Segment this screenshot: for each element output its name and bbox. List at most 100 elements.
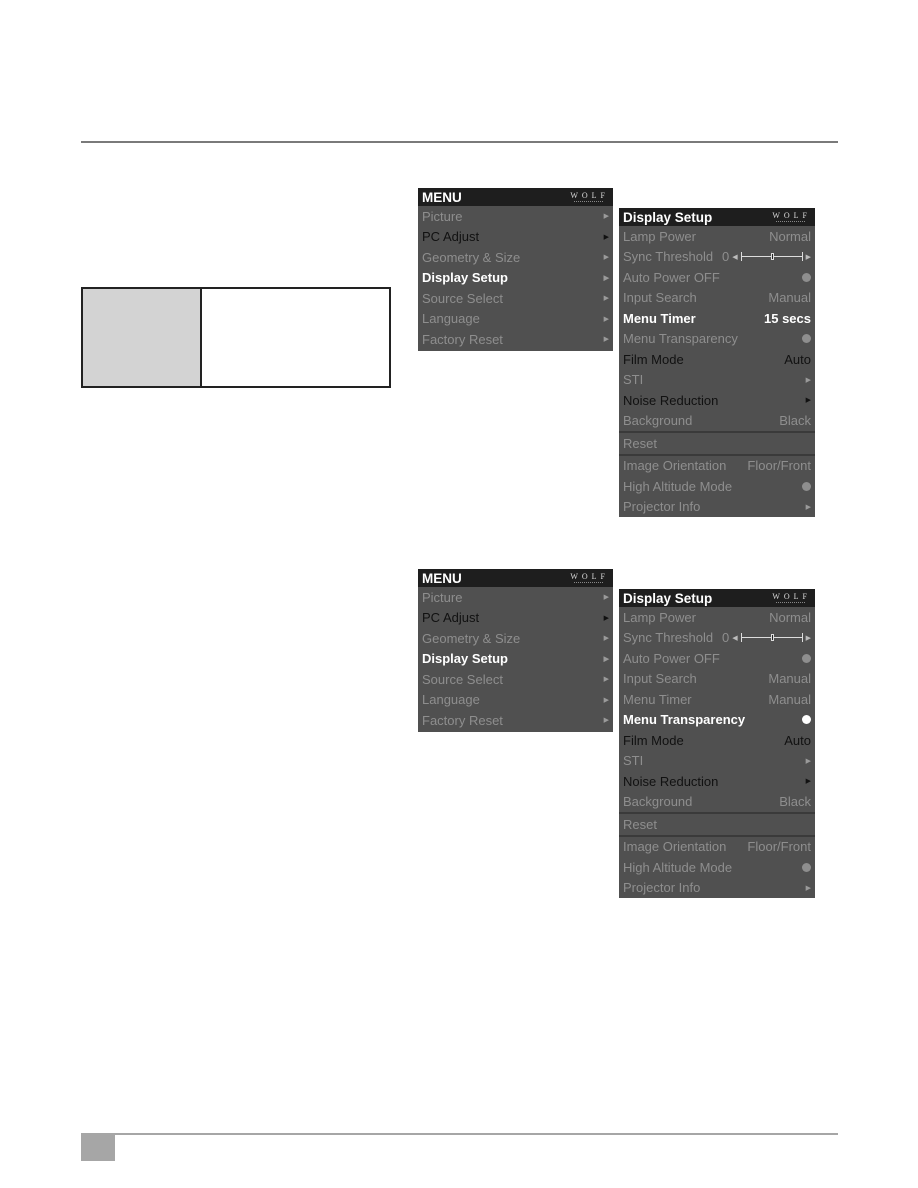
slider-min-mark bbox=[740, 252, 742, 262]
menu-item-label: Reset bbox=[623, 435, 657, 451]
chevron-right-icon: ▶ bbox=[603, 336, 609, 344]
menu-item-picture[interactable]: Picture ▶ bbox=[418, 206, 613, 227]
menu-item-label: Film Mode bbox=[623, 732, 684, 748]
menu-item-reset[interactable]: Reset bbox=[619, 431, 815, 454]
menu-item-menu-timer[interactable]: Menu Timer 15 secs bbox=[619, 308, 815, 329]
menu-item-label: Menu Transparency bbox=[623, 331, 738, 347]
menu-item-lamp-power[interactable]: Lamp Power Normal bbox=[619, 226, 815, 247]
menu-item-projector-info[interactable]: Projector Info ▶ bbox=[619, 878, 815, 899]
menu-item-factory-reset[interactable]: Factory Reset ▶ bbox=[418, 329, 613, 350]
menu-item-value: Normal bbox=[769, 228, 811, 244]
menu-item-image-orientation[interactable]: Image Orientation Floor/Front bbox=[619, 834, 815, 858]
page-number-tab bbox=[81, 1133, 115, 1161]
chevron-right-icon: ▶ bbox=[603, 635, 609, 643]
toggle-dot-icon[interactable] bbox=[802, 653, 811, 663]
menu-item-source-select[interactable]: Source Select ▶ bbox=[418, 669, 613, 690]
menu-title: Display Setup bbox=[623, 209, 713, 225]
menu-item-label: Noise Reduction bbox=[623, 392, 719, 408]
menu-item-film-mode[interactable]: Film Mode Auto bbox=[619, 349, 815, 370]
menu-item-value: Black bbox=[779, 794, 811, 810]
menu-item-high-altitude-mode[interactable]: High Altitude Mode bbox=[619, 857, 815, 878]
menu-item-language[interactable]: Language ▶ bbox=[418, 690, 613, 711]
sync-threshold-slider[interactable]: 0 ◀ ▶ bbox=[722, 630, 811, 645]
slider-left-arrow-icon[interactable]: ◀ bbox=[732, 634, 737, 642]
menu-item-picture[interactable]: Picture ▶ bbox=[418, 587, 613, 608]
menu-item-sti[interactable]: STI ▶ bbox=[619, 751, 815, 772]
menu-item-language[interactable]: Language ▶ bbox=[418, 309, 613, 330]
menu-item-sti[interactable]: STI ▶ bbox=[619, 370, 815, 391]
menu-item-pc-adjust[interactable]: PC Adjust ▶ bbox=[418, 608, 613, 629]
menu-item-high-altitude-mode[interactable]: High Altitude Mode bbox=[619, 476, 815, 497]
menu-item-label: Lamp Power bbox=[623, 609, 696, 625]
menu-item-film-mode[interactable]: Film Mode Auto bbox=[619, 730, 815, 751]
menu-item-label: Picture bbox=[422, 208, 463, 224]
menu-item-value: Normal bbox=[769, 609, 811, 625]
menu-item-value: Manual bbox=[768, 671, 811, 687]
menu-item-label: Projector Info bbox=[623, 499, 701, 515]
menu-item-image-orientation[interactable]: Image Orientation Floor/Front bbox=[619, 453, 815, 477]
menu-item-menu-timer[interactable]: Menu Timer Manual bbox=[619, 689, 815, 710]
menu-item-geometry-size[interactable]: Geometry & Size ▶ bbox=[418, 247, 613, 268]
toggle-dot-icon[interactable] bbox=[802, 862, 811, 872]
toggle-dot-icon[interactable] bbox=[802, 334, 811, 344]
info-table bbox=[81, 287, 391, 388]
menu-item-lamp-power[interactable]: Lamp Power Normal bbox=[619, 607, 815, 628]
menu-item-label: Source Select bbox=[422, 671, 503, 687]
menu-item-label: Image Orientation bbox=[623, 458, 727, 474]
slider-right-arrow-icon[interactable]: ▶ bbox=[806, 634, 811, 642]
menu-item-source-select[interactable]: Source Select ▶ bbox=[418, 288, 613, 309]
menu-item-label: Input Search bbox=[623, 290, 697, 306]
sync-threshold-slider[interactable]: 0 ◀ ▶ bbox=[722, 249, 811, 264]
menu-item-value: Auto bbox=[784, 732, 811, 748]
menu-item-projector-info[interactable]: Projector Info ▶ bbox=[619, 497, 815, 518]
menu-item-background[interactable]: Background Black bbox=[619, 792, 815, 813]
slider-track[interactable] bbox=[740, 633, 803, 643]
menu-item-label: Auto Power OFF bbox=[623, 269, 720, 285]
info-table-label-cell bbox=[83, 289, 202, 386]
menu-item-menu-transparency[interactable]: Menu Transparency bbox=[619, 710, 815, 731]
main-menu-2: MENU WOLF Picture ▶ PC Adjust ▶ Geometry & Siz… bbox=[418, 569, 613, 732]
chevron-right-icon: ▶ bbox=[805, 757, 811, 765]
chevron-right-icon: ▶ bbox=[603, 254, 609, 262]
menu-item-value: Manual bbox=[768, 691, 811, 707]
menu-item-auto-power-off[interactable]: Auto Power OFF bbox=[619, 267, 815, 288]
menu-item-reset[interactable]: Reset bbox=[619, 812, 815, 835]
menu-item-label: Geometry & Size bbox=[422, 630, 521, 646]
toggle-dot-icon[interactable] bbox=[802, 481, 811, 491]
chevron-right-icon: ▶ bbox=[805, 884, 811, 892]
slider-knob[interactable] bbox=[770, 253, 774, 261]
menu-item-label: Image Orientation bbox=[623, 839, 727, 855]
wolf-logo: WOLF bbox=[772, 210, 811, 222]
menu-item-sync-threshold[interactable]: Sync Threshold 0 ◀ ▶ bbox=[619, 247, 815, 268]
toggle-dot-icon[interactable] bbox=[802, 715, 811, 725]
slider-knob[interactable] bbox=[770, 634, 774, 642]
menu-item-pc-adjust[interactable]: PC Adjust ▶ bbox=[418, 227, 613, 248]
chevron-right-icon: ▶ bbox=[603, 213, 609, 221]
chevron-right-icon: ▶ bbox=[805, 397, 811, 405]
menu-item-label: Factory Reset bbox=[422, 331, 503, 347]
menu-item-label: Background bbox=[623, 794, 693, 810]
toggle-dot-icon[interactable] bbox=[802, 272, 811, 282]
menu-item-label: Menu Timer bbox=[623, 310, 696, 326]
menu-item-display-setup[interactable]: Display Setup ▶ bbox=[418, 268, 613, 289]
menu-item-value: Auto bbox=[784, 351, 811, 367]
menu-item-noise-reduction[interactable]: Noise Reduction ▶ bbox=[619, 771, 815, 792]
menu-item-factory-reset[interactable]: Factory Reset ▶ bbox=[418, 710, 613, 731]
menu-item-display-setup[interactable]: Display Setup ▶ bbox=[418, 649, 613, 670]
chevron-right-icon: ▶ bbox=[603, 676, 609, 684]
menu-item-input-search[interactable]: Input Search Manual bbox=[619, 669, 815, 690]
chevron-right-icon: ▶ bbox=[603, 233, 609, 241]
slider-max-mark bbox=[801, 252, 803, 262]
menu-item-auto-power-off[interactable]: Auto Power OFF bbox=[619, 648, 815, 669]
slider-left-arrow-icon[interactable]: ◀ bbox=[732, 253, 737, 261]
menu-item-label: Input Search bbox=[623, 671, 697, 687]
menu-item-background[interactable]: Background Black bbox=[619, 411, 815, 432]
menu-item-menu-transparency[interactable]: Menu Transparency bbox=[619, 329, 815, 350]
menu-item-input-search[interactable]: Input Search Manual bbox=[619, 288, 815, 309]
menu-item-label: Sync Threshold bbox=[623, 630, 714, 646]
slider-track[interactable] bbox=[740, 252, 803, 262]
menu-item-noise-reduction[interactable]: Noise Reduction ▶ bbox=[619, 390, 815, 411]
menu-item-geometry-size[interactable]: Geometry & Size ▶ bbox=[418, 628, 613, 649]
menu-item-sync-threshold[interactable]: Sync Threshold 0 ◀ ▶ bbox=[619, 628, 815, 649]
slider-right-arrow-icon[interactable]: ▶ bbox=[806, 253, 811, 261]
